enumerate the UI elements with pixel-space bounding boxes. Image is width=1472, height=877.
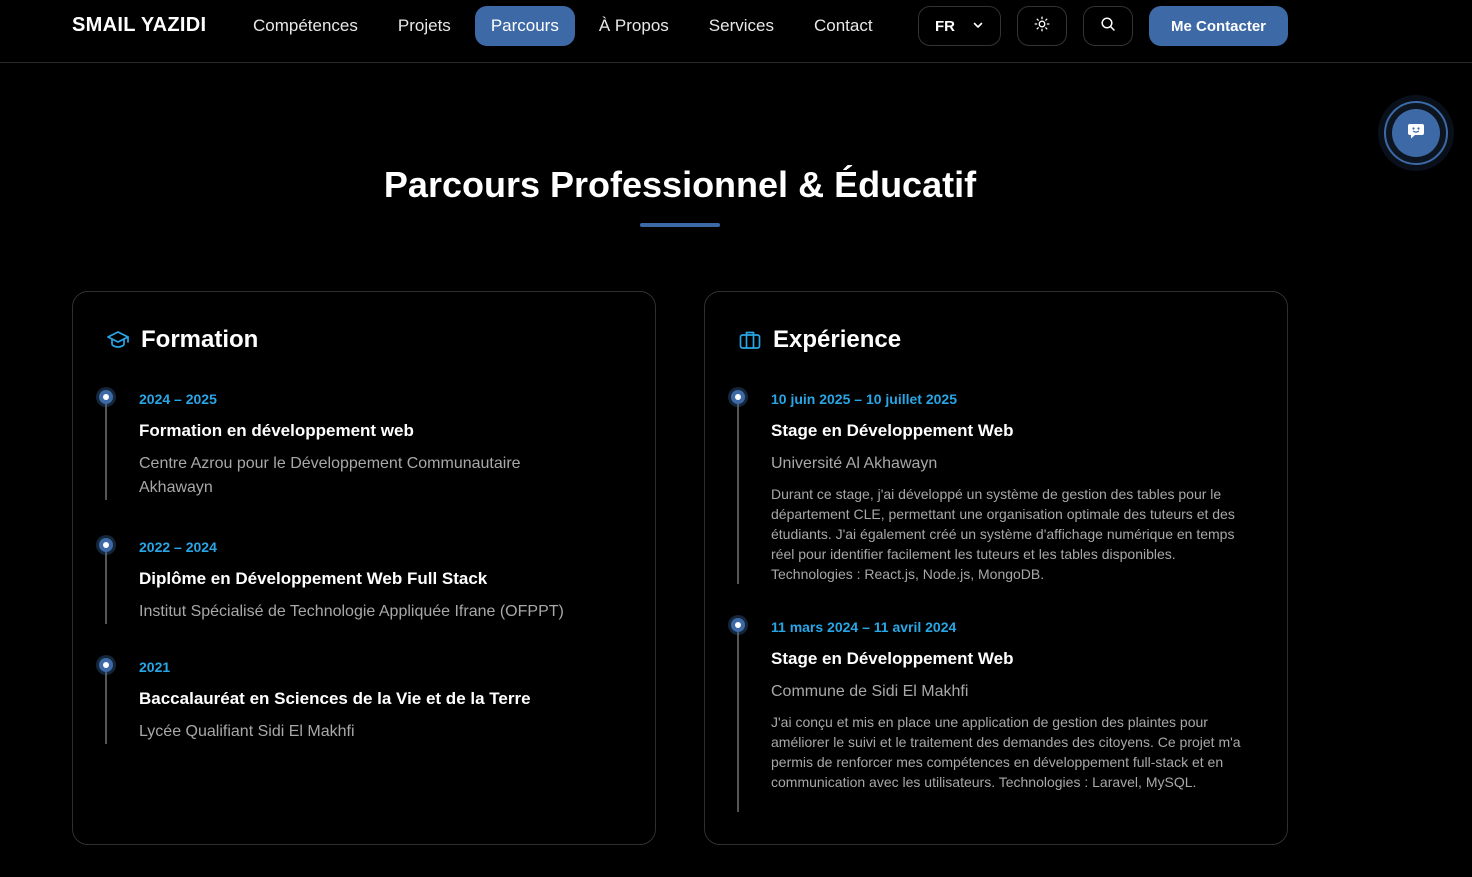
formation-card: Formation 2024 – 2025 Formation en dével… [72, 291, 656, 845]
timeline-description: Durant ce stage, j'ai développé un systè… [771, 486, 1235, 582]
timeline-item: 11 mars 2024 – 11 avril 2024 Stage en Dé… [731, 616, 1261, 812]
timeline-title: Formation en développement web [139, 421, 414, 440]
timeline-date: 11 mars 2024 – 11 avril 2024 [771, 619, 957, 635]
search-icon [1100, 16, 1116, 37]
chat-bot-icon [1406, 121, 1426, 146]
timeline-line [105, 664, 107, 744]
timeline-dot [731, 618, 745, 632]
timeline-date: 2024 – 2025 [139, 391, 217, 407]
main-nav: Compétences Projets Parcours À Propos Se… [237, 6, 897, 46]
formation-header: Formation [105, 326, 258, 354]
formation-timeline: 2024 – 2025 Formation en développement w… [99, 388, 629, 744]
timeline-title: Baccalauréat en Sciences de la Vie et de… [139, 689, 531, 708]
timeline-title: Stage en Développement Web [771, 421, 1014, 440]
nav-link-parcours[interactable]: Parcours [474, 6, 575, 46]
experience-timeline: 10 juin 2025 – 10 juillet 2025 Stage en … [731, 388, 1261, 812]
timeline-item: 2024 – 2025 Formation en développement w… [99, 388, 629, 500]
brand-logo[interactable]: SMAIL YAZIDI [72, 14, 206, 37]
nav-link-competences[interactable]: Compétences [237, 6, 374, 46]
timeline-date: 10 juin 2025 – 10 juillet 2025 [771, 391, 957, 407]
title-underline [640, 223, 720, 227]
experience-header: Expérience [737, 326, 901, 354]
timeline-line [737, 396, 739, 584]
theme-toggle-button[interactable] [1017, 6, 1067, 46]
nav-link-services[interactable]: Services [693, 6, 790, 46]
timeline-title: Diplôme en Développement Web Full Stack [139, 569, 488, 588]
timeline-date: 2022 – 2024 [139, 539, 217, 555]
timeline-organization: Commune de Sidi El Makhfi [771, 683, 969, 700]
experience-heading: Expérience [773, 326, 902, 353]
timeline-dot [99, 658, 113, 672]
timeline-organization: Université Al Akhawayn [771, 455, 938, 472]
formation-heading: Formation [141, 326, 259, 353]
briefcase-icon [737, 327, 763, 353]
timeline-organization: Institut Spécialisé de Technologie Appli… [139, 603, 564, 620]
nav-link-contact[interactable]: Contact [798, 6, 889, 46]
nav-link-projets[interactable]: Projets [382, 6, 467, 46]
timeline-item: 2022 – 2024 Diplôme en Développement Web… [99, 536, 629, 624]
chat-button-core [1392, 109, 1440, 157]
language-value: FR [935, 17, 955, 35]
timeline-description: J'ai conçu et mis en place une applicati… [771, 714, 1241, 790]
nav-link-a-propos[interactable]: À Propos [583, 6, 685, 46]
contact-me-button[interactable]: Me Contacter [1149, 6, 1288, 46]
chat-assistant-button[interactable] [1384, 101, 1448, 165]
search-button[interactable] [1083, 6, 1133, 46]
timeline-date: 2021 [139, 659, 171, 675]
timeline-line [737, 624, 739, 812]
experience-card: Expérience 10 juin 2025 – 10 juillet 202… [704, 291, 1288, 845]
sun-icon [1034, 16, 1050, 37]
timeline-dot [731, 390, 745, 404]
timeline-item: 10 juin 2025 – 10 juillet 2025 Stage en … [731, 388, 1261, 584]
timeline-organization: Centre Azrou pour le Développement Commu… [139, 455, 521, 496]
timeline-dot [99, 538, 113, 552]
section-title: Parcours Professionnel & Éducatif [383, 164, 977, 205]
graduation-cap-icon [105, 327, 131, 353]
timeline-title: Stage en Développement Web [771, 649, 1014, 668]
timeline-dot [99, 390, 113, 404]
language-select[interactable]: FR [918, 6, 1001, 46]
timeline-organization: Lycée Qualifiant Sidi El Makhfi [139, 723, 355, 740]
timeline-line [105, 396, 107, 500]
chevron-down-icon [972, 18, 984, 35]
site-header: SMAIL YAZIDI Compétences Projets Parcour… [0, 0, 1472, 63]
timeline-item: 2021 Baccalauréat en Sciences de la Vie … [99, 656, 629, 744]
timeline-line [105, 544, 107, 624]
